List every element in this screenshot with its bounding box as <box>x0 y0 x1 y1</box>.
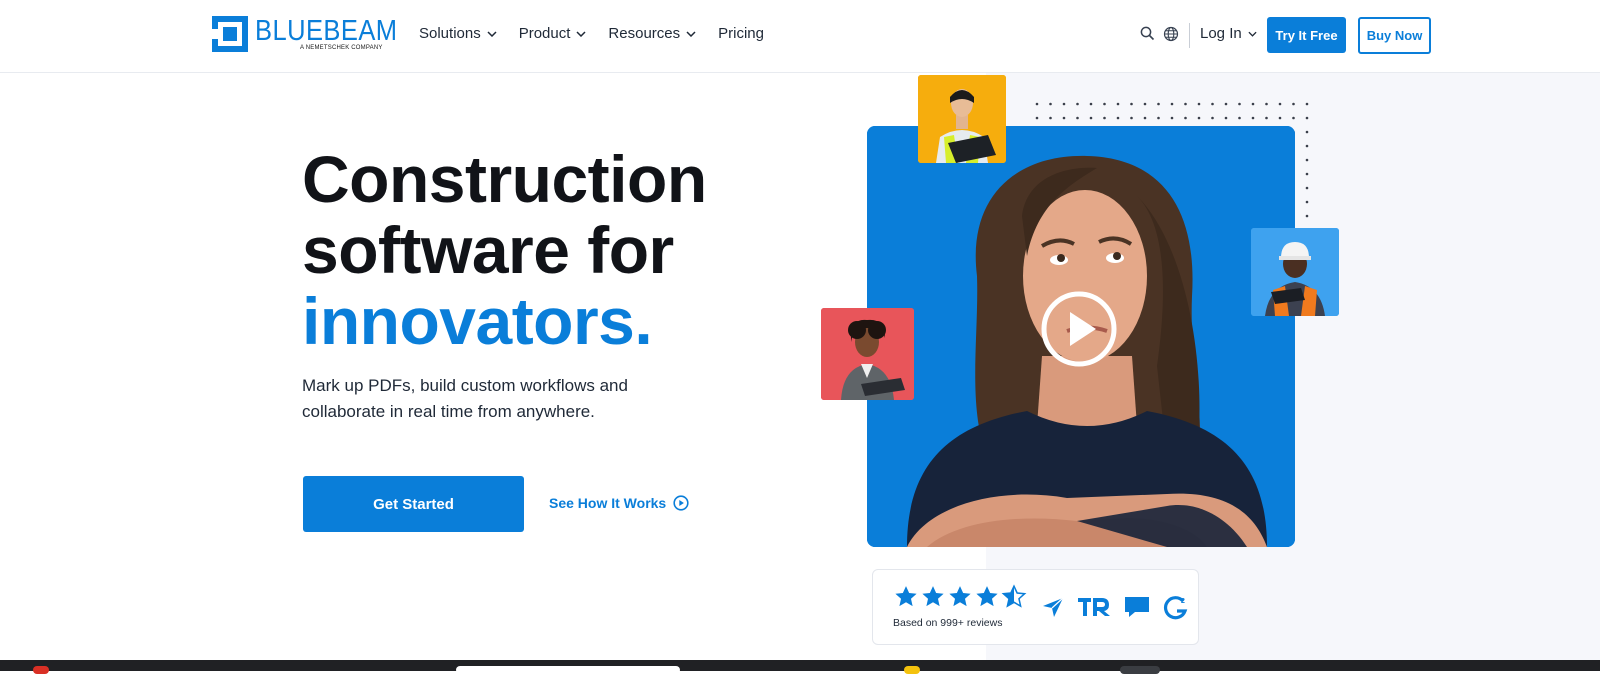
hero-description: Mark up PDFs, build custom workflows and… <box>302 376 628 421</box>
bluebeam-logo[interactable]: BLUEBEAM A NEMETSCHEK COMPANY <box>212 16 417 52</box>
half-star-icon <box>1001 584 1027 608</box>
chevron-down-icon <box>686 30 696 37</box>
nav-item-resources[interactable]: Resources <box>608 25 696 42</box>
reviews-card: Based on 999+ reviews 2 <box>872 569 1199 645</box>
worker-thumbnail-red <box>821 308 914 400</box>
chevron-down-icon <box>576 30 586 37</box>
main-nav: Solutions Product Resources Pricing <box>419 25 786 42</box>
globe-icon[interactable] <box>1163 26 1179 47</box>
bluebeam-logo-mark <box>212 16 248 52</box>
worker-thumbnail-blue <box>1251 228 1339 316</box>
nav-item-label: Resources <box>608 25 681 42</box>
chevron-down-icon <box>1248 31 1257 37</box>
try-it-free-button[interactable]: Try It Free <box>1267 17 1346 53</box>
nav-item-label: Product <box>518 25 571 42</box>
hero-title: Construction software for innovators. <box>302 144 707 357</box>
see-how-label: See How It Works <box>549 495 667 511</box>
bottom-taskbar <box>0 660 1600 671</box>
see-how-it-works-link[interactable]: See How It Works <box>549 495 689 511</box>
reviews-caption: Based on 999+ reviews <box>893 617 1003 629</box>
review-platforms: 2 <box>1041 594 1189 620</box>
hero-title-line-2: software for <box>302 213 674 287</box>
capterra-icon[interactable] <box>1041 595 1065 619</box>
chat-review-icon[interactable] <box>1123 595 1151 619</box>
g2-icon[interactable]: 2 <box>1163 594 1189 620</box>
login-dropdown[interactable]: Log In <box>1200 25 1257 42</box>
buy-now-button[interactable]: Buy Now <box>1358 17 1431 54</box>
taskbar-app-icon[interactable] <box>33 666 49 674</box>
nav-item-solutions[interactable]: Solutions <box>419 25 497 42</box>
brand-name: BLUEBEAM <box>255 15 398 47</box>
chevron-down-icon <box>487 30 497 37</box>
nav-item-label: Pricing <box>718 25 764 42</box>
site-header: BLUEBEAM A NEMETSCHEK COMPANY Solutions … <box>0 0 1600 73</box>
hero-title-line-1: Construction <box>302 142 707 216</box>
star-icon <box>976 586 998 607</box>
nav-item-label: Solutions <box>419 25 481 42</box>
nav-item-pricing[interactable]: Pricing <box>718 25 764 42</box>
star-icon <box>922 586 944 607</box>
svg-text:2: 2 <box>1181 598 1185 605</box>
nav-item-product[interactable]: Product <box>519 25 587 42</box>
search-icon[interactable] <box>1140 26 1155 46</box>
taskbar-app-icon[interactable] <box>904 666 920 674</box>
worker-thumbnail-yellow <box>918 75 1006 163</box>
play-video-button[interactable] <box>1040 290 1118 368</box>
star-rating <box>893 584 1027 610</box>
taskbar-app-icon[interactable] <box>1120 666 1160 674</box>
taskbar-search-box[interactable] <box>456 666 680 674</box>
login-label: Log In <box>1200 25 1242 42</box>
play-circle-icon <box>673 495 689 511</box>
header-divider <box>1189 23 1190 48</box>
hero-title-accent: innovators. <box>302 284 653 358</box>
get-started-button[interactable]: Get Started <box>303 476 524 532</box>
star-icon <box>895 586 917 607</box>
trustradius-icon[interactable] <box>1077 595 1111 619</box>
star-icon <box>949 586 971 607</box>
